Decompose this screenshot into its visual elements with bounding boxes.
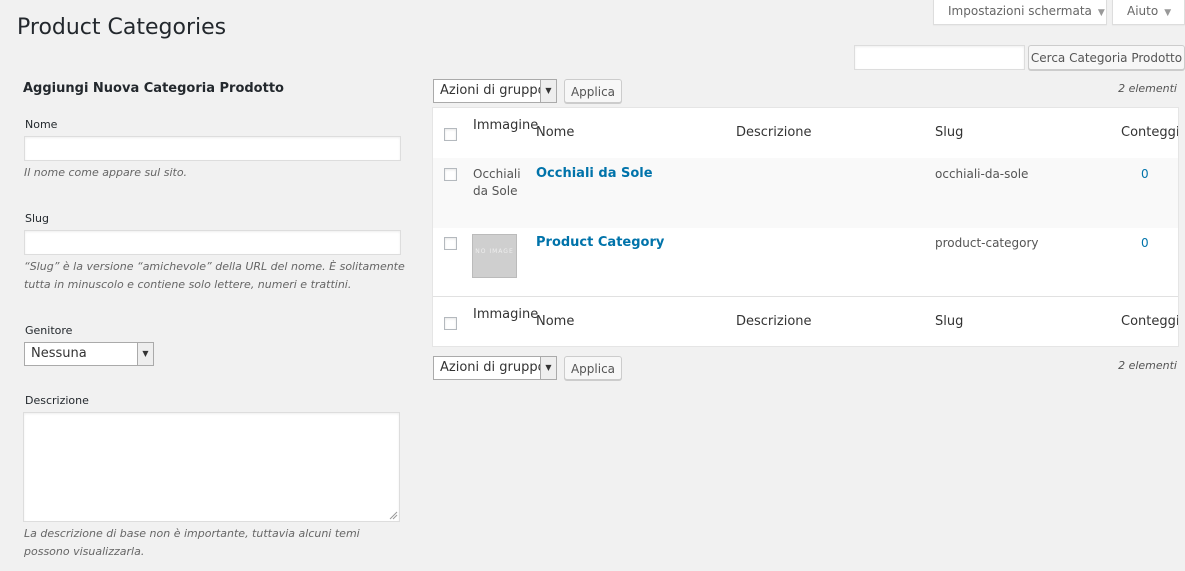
category-count-link[interactable]: 0 [1141, 167, 1149, 181]
caret-down-icon: ▼ [540, 80, 556, 102]
column-description-footer[interactable]: Descrizione [736, 314, 812, 329]
bulk-actions-select-top[interactable]: Azioni di gruppo ▼ [433, 79, 557, 103]
name-description: Il nome come appare sul sito. [24, 166, 188, 179]
help-label: Aiuto [1127, 4, 1159, 18]
column-count-footer[interactable]: Conteggio [1121, 314, 1178, 329]
parent-select-value: Nessuna [31, 346, 87, 361]
item-count-bottom: 2 elementi [1118, 359, 1177, 372]
bulk-actions-value: Azioni di gruppo [440, 83, 546, 98]
category-slug: occhiali-da-sole [935, 167, 1029, 181]
item-count-top: 2 elementi [1118, 82, 1177, 95]
description-label: Descrizione [25, 394, 89, 407]
select-all-checkbox-footer[interactable] [444, 317, 457, 330]
column-image-footer[interactable]: Immagine [473, 306, 538, 324]
caret-down-icon: ▼ [137, 343, 153, 365]
bulk-actions-select-bottom[interactable]: Azioni di gruppo ▼ [433, 356, 557, 380]
category-slug: product-category [935, 236, 1039, 250]
caret-down-icon: ▼ [1097, 8, 1105, 18]
search-input[interactable] [854, 45, 1025, 70]
resize-handle-icon[interactable] [388, 510, 398, 520]
apply-button-top[interactable]: Applica [564, 79, 622, 103]
column-slug[interactable]: Slug [935, 125, 963, 140]
screen-options-label: Impostazioni schermata [948, 4, 1092, 18]
column-name-footer[interactable]: Nome [536, 314, 574, 329]
name-field[interactable] [24, 136, 401, 161]
category-name-link[interactable]: Occhiali da Sole [536, 166, 653, 181]
row-checkbox[interactable] [444, 168, 457, 181]
add-category-heading: Aggiungi Nuova Categoria Prodotto [23, 81, 284, 96]
column-slug-footer[interactable]: Slug [935, 314, 963, 329]
slug-description: “Slug” è la versione “amichevole” della … [24, 260, 405, 291]
categories-table: Immagine Nome Descrizione Slug Conteggi o… [432, 107, 1179, 347]
caret-down-icon: ▼ [540, 357, 556, 379]
row-image-text: Occhiali da Sole [473, 167, 521, 198]
name-label: Nome [25, 118, 58, 131]
slug-label: Slug [25, 212, 49, 225]
description-help: La descrizione di base non è importante,… [24, 527, 360, 558]
slug-field[interactable] [24, 230, 401, 255]
description-textarea[interactable] [23, 412, 400, 522]
no-image-thumbnail: NO IMAGE [472, 234, 517, 278]
select-all-checkbox[interactable] [444, 128, 457, 141]
apply-button-bottom[interactable]: Applica [564, 356, 622, 380]
screen-options-tab[interactable]: Impostazioni schermata ▼ [933, 0, 1107, 25]
row-checkbox[interactable] [444, 237, 457, 250]
help-tab[interactable]: Aiuto ▼ [1112, 0, 1185, 25]
parent-label: Genitore [25, 324, 73, 337]
parent-select[interactable]: Nessuna ▼ [24, 342, 154, 366]
caret-down-icon: ▼ [1164, 8, 1172, 18]
bulk-actions-value: Azioni di gruppo [440, 360, 546, 375]
category-name-link[interactable]: Product Category [536, 235, 664, 250]
column-count[interactable]: Conteggio [1121, 125, 1178, 140]
search-categories-button[interactable]: Cerca Categoria Prodotto [1028, 45, 1185, 70]
column-image[interactable]: Immagine [473, 117, 538, 135]
page-title: Product Categories [17, 15, 227, 40]
category-count-link[interactable]: 0 [1141, 236, 1149, 250]
column-description[interactable]: Descrizione [736, 125, 812, 140]
column-name[interactable]: Nome [536, 125, 574, 140]
